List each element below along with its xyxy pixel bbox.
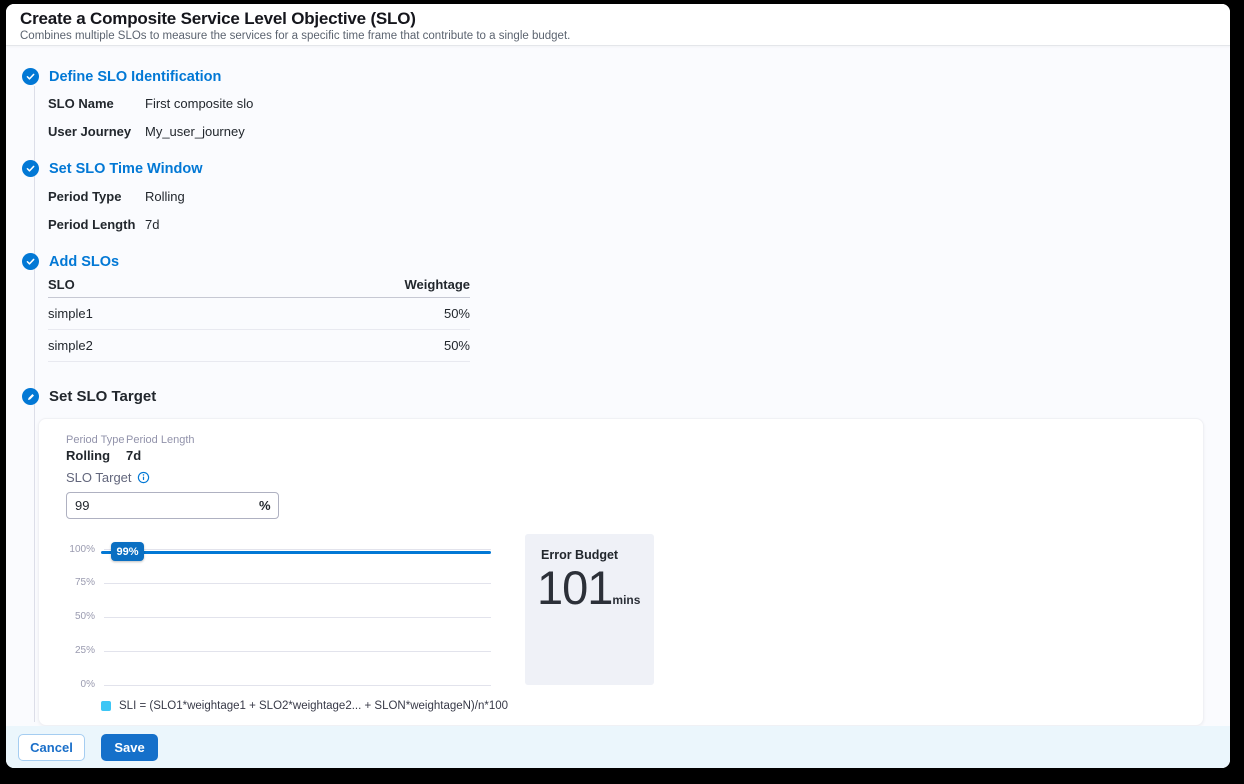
slo-cell: simple1 [48,306,93,321]
percent-suffix: % [259,498,281,513]
error-budget-value: 101mins [537,560,640,615]
table-header-slo: SLO [48,277,75,292]
slo-target-input-wrap: % [66,492,279,519]
table-row: simple2 50% [48,330,470,362]
gridline-75 [104,583,491,584]
check-icon [22,68,39,85]
user-journey-label: User Journey [48,124,131,139]
step-add-slos[interactable]: Add SLOs [22,253,119,270]
panel-period-length-value: 7d [126,448,141,463]
panel-period-length-label: Period Length [126,434,195,446]
gridline-25 [104,651,491,652]
step-title: Set SLO Time Window [49,161,202,177]
period-length-label: Period Length [48,217,135,232]
check-icon [22,160,39,177]
panel-period-type-value: Rolling [66,448,110,463]
gridline-0 [104,685,491,686]
user-journey-value: My_user_journey [145,124,245,139]
sli-legend-text: SLI = (SLO1*weightage1 + SLO2*weightage2… [119,700,508,712]
error-budget-card: Error Budget 101mins [525,534,654,685]
period-type-value: Rolling [145,189,185,204]
panel-period-type-label: Period Type [66,434,125,446]
cancel-button[interactable]: Cancel [18,734,85,761]
slo-name-label: SLO Name [48,96,114,111]
slo-target-label-text: SLO Target [66,470,132,485]
period-type-label: Period Type [48,189,121,204]
weightage-cell: 50% [444,306,470,321]
page-subtitle: Combines multiple SLOs to measure the se… [20,30,570,42]
step-title: Set SLO Target [49,388,156,405]
ytick-25: 25% [53,645,95,656]
slo-cell: simple2 [48,338,93,353]
sli-legend-swatch-icon [101,701,111,711]
step-title: Define SLO Identification [49,69,221,85]
step-define-slo-identification[interactable]: Define SLO Identification [22,68,221,85]
slo-name-value: First composite slo [145,96,253,111]
gridline-100 [104,549,491,550]
table-header-row: SLO Weightage [48,272,470,298]
ytick-75: 75% [53,577,95,588]
slo-target-slider-handle[interactable]: 99% [111,542,144,561]
step-set-slo-target[interactable]: Set SLO Target [22,388,156,405]
info-icon[interactable] [137,471,150,484]
page-title: Create a Composite Service Level Objecti… [20,9,416,29]
ytick-50: 50% [53,611,95,622]
footer-bar: Cancel Save [6,726,1230,768]
create-composite-slo-page: Create a Composite Service Level Objecti… [6,4,1230,768]
slo-target-panel: Period Type Period Length Rolling 7d SLO… [38,418,1204,726]
slo-target-field-label: SLO Target [66,470,150,485]
slo-target-input[interactable] [67,498,259,513]
error-budget-unit: mins [612,593,640,607]
ytick-100: 100% [53,544,95,555]
gridline-50 [104,617,491,618]
period-length-value: 7d [145,217,159,232]
save-button[interactable]: Save [101,734,158,761]
table-header-weightage: Weightage [405,277,471,292]
error-budget-number: 101 [537,561,612,614]
slo-target-line [101,551,491,554]
ytick-0: 0% [53,679,95,690]
step-set-slo-time-window[interactable]: Set SLO Time Window [22,160,202,177]
table-row: simple1 50% [48,298,470,330]
slo-weightage-table: SLO Weightage simple1 50% simple2 50% [48,272,470,362]
sli-legend: SLI = (SLO1*weightage1 + SLO2*weightage2… [101,700,508,712]
check-icon [22,253,39,270]
page-header: Create a Composite Service Level Objecti… [6,4,1230,46]
edit-icon [22,388,39,405]
slider-value-label: 99% [116,546,138,558]
step-title: Add SLOs [49,254,119,270]
weightage-cell: 50% [444,338,470,353]
